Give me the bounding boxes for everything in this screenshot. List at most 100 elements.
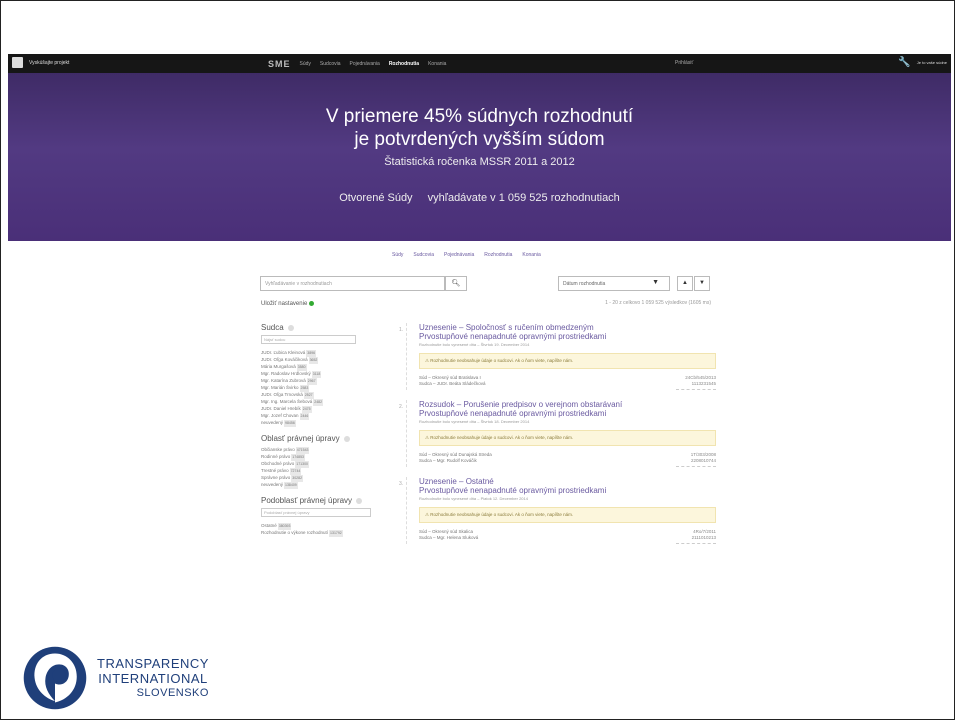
facet-item[interactable]: Mgr. Katarína Zubrová 2967 bbox=[261, 377, 401, 385]
ti-logo-mark-icon bbox=[23, 646, 87, 710]
help-icon[interactable] bbox=[343, 435, 350, 442]
main-nav: SME Súdy Sudcovia Pojednávania Rozhodnut… bbox=[268, 59, 446, 69]
facet-item[interactable]: JUDr. Oľga Trnovská 2527 bbox=[261, 391, 401, 399]
help-icon[interactable] bbox=[287, 324, 294, 331]
search-count-text: vyhľadávate v 1 059 525 rozhodnutiach bbox=[427, 192, 620, 204]
sort-down-icon: ▼ bbox=[699, 280, 705, 286]
facet-item-count: 131792 bbox=[329, 530, 343, 537]
sort-selected-value: Dátum rozhodnutia bbox=[563, 281, 606, 287]
settings-button[interactable]: 🔧 Je to vaše súdne bbox=[898, 57, 947, 68]
try-project-button[interactable]: Vyskúšajte projekt bbox=[12, 57, 69, 68]
try-project-label: Vyskúšajte projekt bbox=[29, 59, 70, 66]
result-item: 3. Uznesenie – Ostatné Prvostupňové nenapa… bbox=[399, 477, 716, 544]
sort-select[interactable]: Dátum rozhodnutia ▼ bbox=[558, 276, 670, 291]
facet-item-label: Rozhodnutie o výkone rozhodnutí bbox=[261, 530, 329, 535]
result-divider bbox=[676, 466, 716, 467]
judge-list: JUDr. Ľubica Kleinová 3896 JUDr. Oľga Ková… bbox=[261, 349, 401, 427]
subnav-courts[interactable]: Súdy bbox=[392, 252, 403, 258]
facet-item[interactable]: JUDr. Daniel Hrebík 2475 bbox=[261, 405, 401, 413]
ti-line-3: SLOVENSKO bbox=[136, 686, 209, 699]
result-title-link[interactable]: Uznesenie – Spoločnosť s ručením obmedze… bbox=[419, 323, 716, 341]
facet-item-count: 2482 bbox=[313, 399, 324, 406]
subnav-judges[interactable]: Sudcovia bbox=[413, 252, 434, 258]
results-list: 1. Uznesenie – Spoločnosť s ručením obmed… bbox=[399, 323, 716, 554]
result-divider bbox=[676, 543, 716, 544]
search-button[interactable]: 🔍︎ bbox=[445, 276, 467, 291]
nav-item-courts[interactable]: Súdy bbox=[300, 61, 311, 67]
facet-item[interactable]: Ostatné 380393 bbox=[261, 522, 401, 530]
facet-item-label: Občianske právo bbox=[261, 447, 295, 452]
facet-item-count: 98456 bbox=[284, 420, 296, 427]
result-warning: ⚠ Rozhodnutie neobsahuje údaje o sudcovi… bbox=[419, 353, 716, 369]
result-ecli-number: 2208010744 bbox=[690, 458, 716, 463]
facet-item-label: JUDr. Ľubica Kleinová bbox=[261, 350, 306, 355]
facet-item-label: Mgr. Marián Švirko bbox=[261, 385, 299, 390]
ti-logo-text: TRANSPARENCY INTERNATIONAL SLOVENSKO bbox=[97, 656, 209, 701]
result-ecli-number: 2111010213 bbox=[691, 535, 716, 540]
facet-item[interactable]: JUDr. Oľga Kováčiková 3652 bbox=[261, 356, 401, 364]
nav-item-proceedings[interactable]: Konania bbox=[428, 61, 446, 67]
help-icon[interactable] bbox=[356, 497, 363, 504]
subnav-proceedings[interactable]: Konania bbox=[522, 252, 540, 258]
sme-logo[interactable]: SME bbox=[268, 59, 291, 69]
facet-item-label: Mgr. Radoslav Hrdlovský bbox=[261, 371, 311, 376]
ti-line-2: INTERNATIONAL bbox=[98, 670, 208, 686]
facet-item[interactable]: Mgr. Radoslav Hrdlovský 3118 bbox=[261, 370, 401, 378]
result-title-line-1: Uznesenie – Spoločnosť s ručením obmedze… bbox=[419, 323, 594, 332]
result-title-link[interactable]: Uznesenie – Ostatné Prvostupňové nenapadn… bbox=[419, 477, 716, 495]
hero-counts: Otvorené Súdy vyhľadávate v 1 059 525 ro… bbox=[8, 192, 951, 204]
facet-area: Oblasť právnej úpravy Občianske právo 471… bbox=[261, 434, 401, 489]
facet-item[interactable]: Obchodné právo 171300 bbox=[261, 460, 401, 468]
result-date: Rozhodnutie bolo vynesené dňa – Piatok 1… bbox=[419, 496, 528, 501]
facet-item-label: Mgr. Jozef Chovan bbox=[261, 413, 299, 418]
hero-headline-line-1: V priemere 45% súdnych rozhodnutí bbox=[325, 106, 634, 127]
facet-item[interactable]: Trestné právo 72744 bbox=[261, 467, 401, 475]
facet-item[interactable]: Rodinné právo 174853 bbox=[261, 453, 401, 461]
facet-item-label: neuvedený bbox=[261, 482, 284, 487]
facet-item[interactable]: Správne právo 30282 bbox=[261, 474, 401, 482]
facet-item[interactable]: Rozhodnutie o výkone rozhodnutí 131792 bbox=[261, 529, 401, 537]
nav-item-decisions[interactable]: Rozhodnutia bbox=[389, 61, 419, 67]
nav-item-hearings[interactable]: Pojednávania bbox=[350, 61, 380, 67]
facet-item-label: Obchodné právo bbox=[261, 461, 295, 466]
facet-judges-title-text: Sudca bbox=[261, 323, 284, 332]
subarea-filter-input[interactable]: Podoblasť právnej úpravy bbox=[261, 508, 371, 517]
subnav-decisions[interactable]: Rozhodnutia bbox=[484, 252, 512, 258]
facet-item[interactable]: Mgr. Jozef Chovan 2446 bbox=[261, 412, 401, 420]
wrench-icon: 🔧 bbox=[898, 57, 911, 68]
sort-down-button[interactable]: ▼ bbox=[694, 276, 710, 291]
facet-item[interactable]: Občianske právo 471543 bbox=[261, 446, 401, 454]
facet-item[interactable]: neuvedený 138409 bbox=[261, 481, 401, 489]
result-judge[interactable]: Sudca – JUDr. Beáta Sládečková bbox=[419, 381, 486, 387]
facet-item[interactable]: Mária Murgašová 3580 bbox=[261, 363, 401, 371]
facet-item[interactable]: JUDr. Ľubica Kleinová 3896 bbox=[261, 349, 401, 357]
result-judge-row: Sudca – JUDr. Beáta Sládečková 1113231545 bbox=[419, 381, 716, 387]
facet-item[interactable]: Mgr. Marián Švirko 2583 bbox=[261, 384, 401, 392]
result-title-line-2: Prvostupňové nenapadnuté opravnými prost… bbox=[419, 486, 607, 495]
result-judge-row: Sudca – Mgr. Helena Sluková 2111010213 bbox=[419, 535, 716, 541]
facet-area-title: Oblasť právnej úpravy bbox=[261, 434, 401, 443]
facet-item[interactable]: Mgr. Ing. Marcela Šebová 2482 bbox=[261, 398, 401, 406]
save-settings-link[interactable]: Uložiť nastavenie bbox=[261, 301, 314, 307]
facet-item-label: Rodinné právo bbox=[261, 454, 291, 459]
result-title-link[interactable]: Rozsudok – Porušenie predpisov o verejno… bbox=[419, 400, 716, 418]
judge-filter-input[interactable]: Nájsť sudcu bbox=[261, 335, 356, 344]
facet-area-title-text: Oblasť právnej úpravy bbox=[261, 434, 340, 443]
result-judge[interactable]: Sudca – Mgr. Helena Sluková bbox=[419, 535, 478, 541]
subarea-list: Ostatné 380393 Rozhodnutie o výkone rozhod… bbox=[261, 522, 401, 537]
login-link[interactable]: Prihlásiť bbox=[675, 60, 693, 66]
facet-item-count: 3652 bbox=[308, 357, 319, 364]
facet-judges: Sudca Nájsť sudcu JUDr. Ľubica Kleinová 3… bbox=[261, 323, 401, 427]
result-warning: ⚠ Rozhodnutie neobsahuje údaje o sudcovi… bbox=[419, 430, 716, 446]
subnav-hearings[interactable]: Pojednávania bbox=[444, 252, 474, 258]
facet-sidebar: Sudca Nájsť sudcu JUDr. Ľubica Kleinová 3… bbox=[261, 323, 401, 544]
result-title-line-1: Uznesenie – Ostatné bbox=[419, 477, 494, 486]
facet-item[interactable]: neuvedený 98456 bbox=[261, 419, 401, 427]
search-icon: 🔍︎ bbox=[451, 280, 461, 287]
sort-up-button[interactable]: ▲ bbox=[677, 276, 693, 291]
facet-item-label: Trestné právo bbox=[261, 468, 289, 473]
search-input[interactable]: Vyhľadávanie v rozhodnutiach bbox=[260, 276, 445, 291]
result-judge[interactable]: Sudca – Mgr. Rudolf Kováčik bbox=[419, 458, 477, 464]
nav-item-judges[interactable]: Sudcovia bbox=[320, 61, 341, 67]
facet-item-label: Mária Murgašová bbox=[261, 364, 296, 369]
